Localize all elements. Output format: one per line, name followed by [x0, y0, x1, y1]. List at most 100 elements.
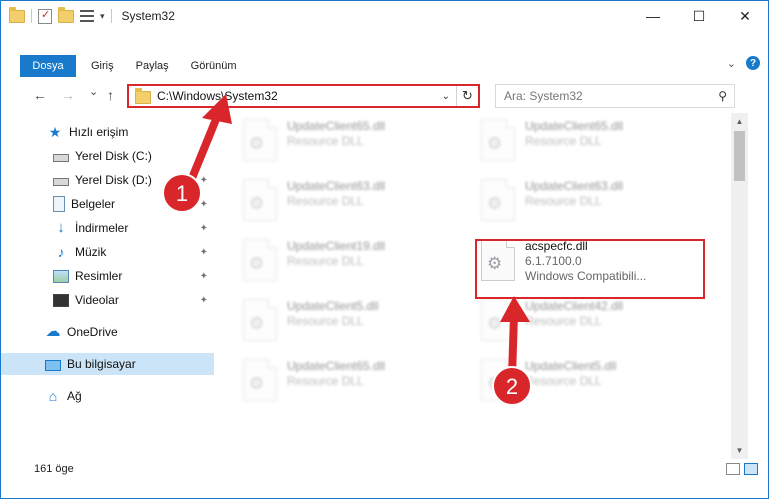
large-icons-view-icon[interactable]	[744, 463, 758, 475]
sidebar-item-label: Yerel Disk (D:)	[75, 173, 152, 187]
sidebar-item-label: Hızlı erişim	[69, 125, 129, 139]
file-description: Resource DLL	[287, 374, 364, 388]
sidebar-item-documents[interactable]: Belgeler ✦	[1, 193, 214, 215]
onedrive-icon: ☁	[45, 323, 61, 340]
file-name: UpdateClient65.dll	[525, 119, 624, 133]
customize-toolbar-icon[interactable]: ▾	[100, 11, 105, 22]
tab-share[interactable]: Paylaş	[125, 55, 180, 77]
scroll-down-icon[interactable]: ▼	[731, 442, 748, 459]
scrollbar-thumb[interactable]	[734, 131, 745, 181]
pin-icon: ✦	[199, 222, 208, 234]
properties-icon[interactable]	[38, 8, 52, 24]
sidebar-item-downloads[interactable]: ↓ İndirmeler ✦	[1, 217, 214, 239]
sidebar-item-label: Belgeler	[71, 197, 116, 211]
file-name: UpdateClient5.dll	[287, 299, 379, 313]
maximize-button[interactable]: ☐	[676, 1, 722, 31]
star-icon: ★	[48, 124, 62, 140]
file-explorer-window: ▾ System32 — ☐ ✕ Dosya Giriş Paylaş Görü…	[0, 0, 769, 499]
window-title: System32	[121, 9, 175, 23]
scroll-up-icon[interactable]: ▲	[731, 113, 748, 130]
file-item[interactable]: UpdateClient5.dll Resource DLL	[243, 299, 473, 349]
divider	[110, 9, 112, 23]
sidebar-item-label: İndirmeler	[75, 221, 129, 235]
tab-view[interactable]: Görünüm	[180, 55, 248, 77]
sidebar-item-music[interactable]: ♪ Müzik ✦	[1, 241, 214, 263]
navigation-bar: ← → ⌄ ↑ C:\Windows\System32 ⌄ ↻ Ara: Sys…	[1, 81, 768, 109]
file-name: UpdateClient65.dll	[287, 359, 386, 373]
status-bar: 161 öge	[1, 459, 768, 479]
dll-file-icon	[481, 179, 515, 221]
drive-icon	[53, 154, 69, 162]
up-button[interactable]: ↑	[107, 87, 114, 103]
sidebar-item-local-disk-c[interactable]: Yerel Disk (C:)	[1, 145, 214, 167]
pictures-icon	[53, 269, 69, 283]
sidebar-item-onedrive[interactable]: ☁ OneDrive	[1, 321, 214, 343]
pin-icon: ✦	[199, 246, 208, 258]
file-description: Resource DLL	[525, 314, 602, 328]
refresh-button[interactable]: ↻	[456, 86, 478, 106]
sidebar-item-videos[interactable]: Videolar ✦	[1, 289, 214, 311]
pin-icon: ✦	[199, 270, 208, 282]
file-item[interactable]: UpdateClient5.dll Resource DLL	[481, 359, 711, 409]
file-name: UpdateClient63.dll	[287, 179, 386, 193]
back-button[interactable]: ←	[33, 87, 47, 103]
videos-icon	[53, 293, 69, 307]
dll-file-icon	[243, 179, 277, 221]
file-description: Resource DLL	[287, 254, 364, 268]
forward-button[interactable]: →	[61, 87, 75, 103]
tab-home[interactable]: Giriş	[80, 55, 125, 77]
file-description: Resource DLL	[287, 194, 364, 208]
file-item[interactable]: UpdateClient65.dll Resource DLL	[243, 119, 473, 169]
file-item[interactable]: UpdateClient65.dll Resource DLL	[481, 119, 711, 169]
search-icon: ⚲	[718, 89, 727, 103]
divider	[31, 9, 32, 23]
sidebar-item-network[interactable]: ⌂ Ağ	[1, 385, 214, 407]
quick-access-toolbar: ▾	[1, 1, 112, 31]
dll-file-icon	[243, 119, 277, 161]
new-folder-icon[interactable]	[58, 6, 74, 23]
file-item[interactable]: UpdateClient65.dll Resource DLL	[243, 359, 473, 409]
file-item[interactable]: UpdateClient19.dll Resource DLL	[243, 239, 473, 289]
file-highlight-box	[475, 239, 705, 299]
sidebar-item-label: Videolar	[75, 293, 119, 307]
address-bar[interactable]: C:\Windows\System32 ⌄ ↻	[127, 84, 480, 108]
file-description: Resource DLL	[287, 134, 364, 148]
minimize-button[interactable]: —	[630, 1, 676, 31]
folder-icon	[9, 6, 25, 23]
sidebar-item-pictures[interactable]: Resimler ✦	[1, 265, 214, 287]
file-item[interactable]: UpdateClient42.dll Resource DLL	[481, 299, 711, 349]
dll-file-icon	[243, 359, 277, 401]
file-item[interactable]: UpdateClient63.dll Resource DLL	[243, 179, 473, 229]
sidebar-item-label: Müzik	[75, 245, 107, 259]
sidebar-item-label: Yerel Disk (C:)	[75, 149, 152, 163]
view-menu-icon[interactable]	[80, 10, 94, 22]
details-view-icon[interactable]	[726, 463, 740, 475]
search-box[interactable]: Ara: System32 ⚲	[495, 84, 735, 108]
sidebar-item-label: OneDrive	[67, 325, 118, 339]
file-item[interactable]: UpdateClient63.dll Resource DLL	[481, 179, 711, 229]
vertical-scrollbar[interactable]: ▲ ▼	[731, 113, 748, 459]
tab-file[interactable]: Dosya	[20, 55, 76, 77]
file-description: Resource DLL	[525, 134, 602, 148]
file-description: Resource DLL	[525, 374, 602, 388]
file-name: UpdateClient63.dll	[525, 179, 624, 193]
sidebar-item-quick-access[interactable]: ★ Hızlı erişim	[1, 121, 214, 143]
this-pc-icon	[45, 359, 61, 371]
sidebar-item-this-pc[interactable]: Bu bilgisayar	[1, 353, 214, 375]
sidebar-item-local-disk-d[interactable]: Yerel Disk (D:) ✦	[1, 169, 214, 191]
address-path[interactable]: C:\Windows\System32	[157, 89, 442, 103]
dll-file-icon	[481, 359, 515, 401]
sidebar-item-label: Bu bilgisayar	[67, 357, 136, 371]
close-button[interactable]: ✕	[722, 1, 768, 31]
file-name: UpdateClient5.dll	[525, 359, 617, 373]
chevron-down-icon[interactable]: ⌄	[727, 57, 736, 70]
file-name: UpdateClient42.dll	[525, 299, 624, 313]
dll-file-icon	[243, 239, 277, 281]
recent-locations-button[interactable]: ⌄	[89, 85, 98, 98]
help-icon[interactable]: ?	[746, 56, 760, 70]
pin-icon: ✦	[199, 174, 208, 186]
dll-file-icon	[481, 299, 515, 341]
address-dropdown-icon[interactable]: ⌄	[442, 91, 450, 102]
dll-file-icon	[481, 119, 515, 161]
search-input[interactable]: Ara: System32	[504, 89, 718, 103]
